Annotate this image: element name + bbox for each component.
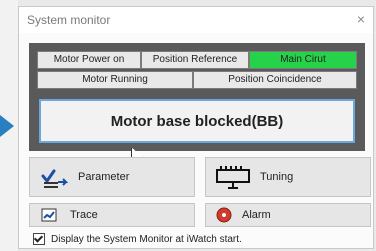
alarm-red-circle-icon xyxy=(216,207,232,223)
indicator-main-circuit: Main Cirut xyxy=(249,51,357,69)
indicator-motor-power-on: Motor Power on xyxy=(37,51,141,69)
indicator-position-reference: Position Reference xyxy=(141,51,249,69)
status-text: Motor base blocked(BB) xyxy=(110,112,284,130)
tuning-scale-icon xyxy=(216,164,250,190)
window-title: System monitor xyxy=(27,13,111,27)
parameter-label: Parameter xyxy=(78,171,130,183)
display-on-start-checkbox-row[interactable]: Display the System Monitor at iWatch sta… xyxy=(33,233,242,245)
tuning-label: Tuning xyxy=(260,171,294,183)
parameter-button[interactable]: Parameter xyxy=(29,157,195,197)
close-icon[interactable]: × xyxy=(357,11,365,27)
alarm-button[interactable]: Alarm xyxy=(205,203,371,227)
checkbox-label: Display the System Monitor at iWatch sta… xyxy=(51,233,242,245)
title-bar: System monitor × xyxy=(19,7,373,33)
trace-button[interactable]: Trace xyxy=(29,203,195,227)
system-monitor-window: System monitor × Motor Power on Position… xyxy=(18,6,374,249)
indicator-motor-running: Motor Running xyxy=(37,71,193,89)
indicator-position-coincidence: Position Coincidence xyxy=(193,71,357,89)
trace-label: Trace xyxy=(70,209,98,221)
checkbox[interactable] xyxy=(33,233,45,245)
status-display: Motor base blocked(BB) xyxy=(39,99,355,143)
parameter-checklist-icon xyxy=(40,165,68,189)
status-panel: Motor Power on Position Reference Main C… xyxy=(29,43,365,151)
trace-icon xyxy=(40,207,60,223)
tuning-button[interactable]: Tuning xyxy=(205,157,371,197)
alarm-label: Alarm xyxy=(242,209,271,221)
